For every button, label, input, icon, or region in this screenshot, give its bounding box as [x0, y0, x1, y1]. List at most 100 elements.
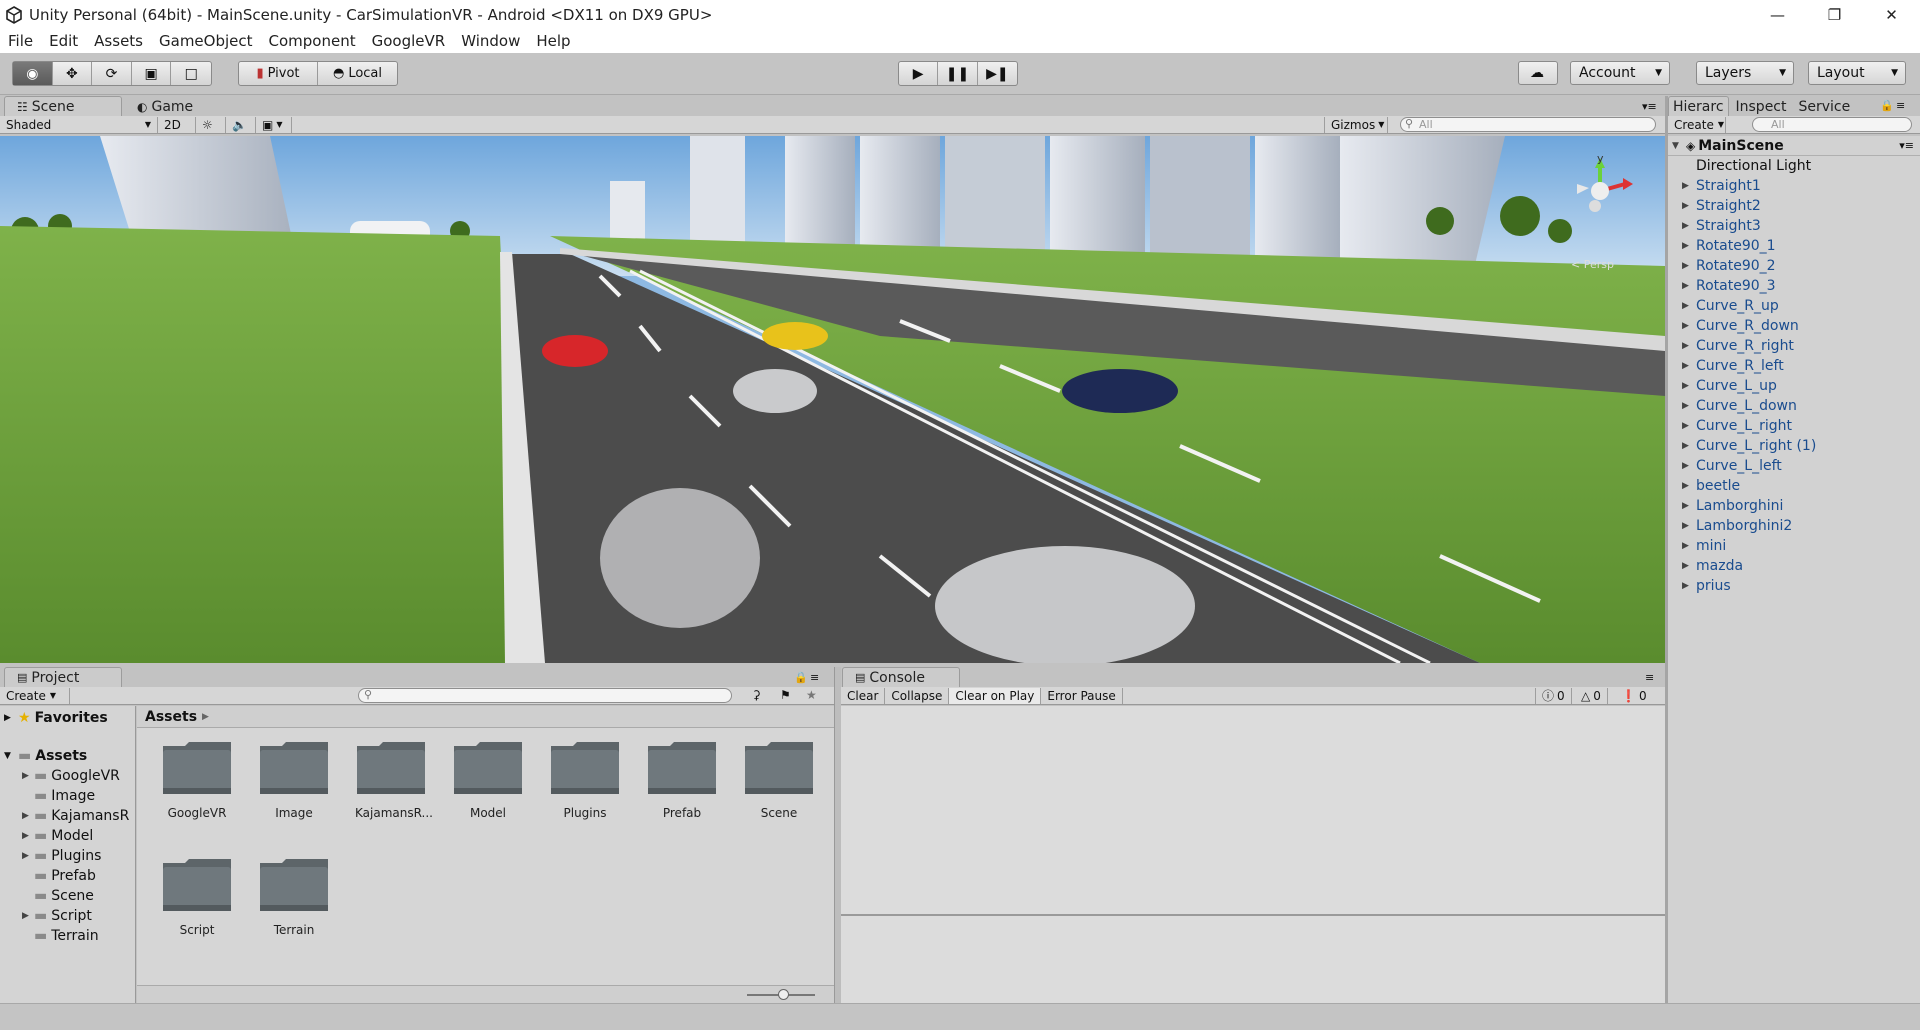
- expand-arrow-icon[interactable]: ▶: [1682, 281, 1696, 291]
- star-icon[interactable]: ★: [806, 688, 817, 702]
- expand-arrow-icon[interactable]: ▶: [1682, 181, 1696, 191]
- info-filter-toggle[interactable]: ⓘ 0: [1535, 687, 1572, 704]
- tab-scene[interactable]: ☷ Scene: [4, 96, 122, 116]
- filter-type-icon[interactable]: ⚳: [752, 688, 761, 702]
- asset-tree-item[interactable]: ▶ ▬ GoogleVR: [0, 766, 135, 786]
- expand-arrow-icon[interactable]: ▶: [1682, 221, 1696, 231]
- expand-arrow-icon[interactable]: ▶: [22, 771, 34, 781]
- scene-orientation-gizmo[interactable]: y: [1565, 152, 1655, 226]
- expand-arrow-icon[interactable]: ▶: [22, 911, 34, 921]
- close-button[interactable]: ✕: [1863, 0, 1920, 29]
- asset-folder[interactable]: Plugins: [549, 740, 621, 820]
- hierarchy-item[interactable]: ▶ Straight1: [1668, 176, 1920, 196]
- console-error-pause-button[interactable]: Error Pause: [1041, 687, 1123, 704]
- hierarchy-item[interactable]: ▶ beetle: [1668, 476, 1920, 496]
- asset-tree-item[interactable]: ▶ ▬ Model: [0, 826, 135, 846]
- restore-button[interactable]: ❐: [1806, 0, 1863, 29]
- asset-tree-item[interactable]: ▬ Prefab: [0, 866, 135, 886]
- collab-cloud-button[interactable]: ☁: [1518, 61, 1558, 85]
- hierarchy-item[interactable]: ▶ Curve_L_up: [1668, 376, 1920, 396]
- expand-arrow-icon[interactable]: ▶: [4, 713, 18, 723]
- rect-tool-button[interactable]: □: [171, 62, 211, 85]
- tab-services[interactable]: Service: [1794, 96, 1856, 116]
- hierarchy-item[interactable]: ▶ Curve_R_up: [1668, 296, 1920, 316]
- hierarchy-item[interactable]: ▶ Curve_R_right: [1668, 336, 1920, 356]
- hierarchy-item[interactable]: ▶ mazda: [1668, 556, 1920, 576]
- hierarchy-menu-icon[interactable]: ≡: [1896, 99, 1905, 112]
- scene-menu-icon[interactable]: ▾≡: [1642, 100, 1657, 113]
- project-create-dropdown[interactable]: Create ▼: [0, 687, 70, 704]
- hierarchy-item[interactable]: ▶ Rotate90_3: [1668, 276, 1920, 296]
- menu-help[interactable]: Help: [528, 32, 578, 50]
- asset-folder[interactable]: Image: [258, 740, 330, 820]
- expand-arrow-icon[interactable]: ▶: [1682, 201, 1696, 211]
- console-clear-button[interactable]: Clear: [841, 687, 886, 704]
- toggle-2d-button[interactable]: 2D: [158, 116, 196, 133]
- project-search-input[interactable]: [358, 688, 732, 703]
- layers-dropdown[interactable]: Layers ▼: [1696, 61, 1794, 85]
- expand-arrow-icon[interactable]: ▶: [1682, 501, 1696, 511]
- hierarchy-item[interactable]: Directional Light: [1668, 156, 1920, 176]
- hierarchy-item[interactable]: ▶ Curve_R_left: [1668, 356, 1920, 376]
- asset-folder[interactable]: Script: [161, 857, 233, 937]
- tab-game[interactable]: ◐ Game: [124, 96, 234, 116]
- expand-arrow-icon[interactable]: ▶: [1682, 421, 1696, 431]
- expand-arrow-icon[interactable]: ▶: [1682, 341, 1696, 351]
- hand-tool-button[interactable]: ◉: [13, 62, 53, 85]
- hierarchy-item[interactable]: ▶ Straight2: [1668, 196, 1920, 216]
- asset-tree-item[interactable]: ▬ Terrain: [0, 926, 135, 946]
- bottom-splitter[interactable]: [834, 667, 841, 1003]
- expand-arrow-icon[interactable]: ▶: [1682, 361, 1696, 371]
- account-dropdown[interactable]: Account ▼: [1570, 61, 1670, 85]
- error-filter-toggle[interactable]: ❗ 0: [1615, 688, 1653, 704]
- scene-root-menu-icon[interactable]: ▾≡: [1899, 139, 1914, 152]
- asset-tree-item[interactable]: ▶ ▬ Script: [0, 906, 135, 926]
- project-menu-icon[interactable]: ≡: [810, 671, 819, 684]
- asset-tree-item[interactable]: ▶ ▬ KajamansR: [0, 806, 135, 826]
- hierarchy-item[interactable]: ▶ Straight3: [1668, 216, 1920, 236]
- console-collapse-button[interactable]: Collapse: [885, 687, 950, 704]
- hierarchy-item[interactable]: ▶ Curve_R_down: [1668, 316, 1920, 336]
- project-lock-icon[interactable]: 🔒: [794, 671, 808, 684]
- lighting-toggle[interactable]: ☼: [196, 116, 226, 133]
- expand-arrow-icon[interactable]: ▼: [1672, 141, 1686, 151]
- expand-arrow-icon[interactable]: ▶: [1682, 521, 1696, 531]
- scene-viewport[interactable]: y < Persp: [0, 136, 1665, 663]
- expand-arrow-icon[interactable]: ▶: [1682, 561, 1696, 571]
- hierarchy-item[interactable]: ▶ Curve_L_down: [1668, 396, 1920, 416]
- local-button[interactable]: ◓ Local: [318, 62, 397, 85]
- hierarchy-item[interactable]: ▶ Curve_L_left: [1668, 456, 1920, 476]
- menu-window[interactable]: Window: [453, 32, 528, 50]
- layout-dropdown[interactable]: Layout ▼: [1808, 61, 1906, 85]
- expand-arrow-icon[interactable]: ▶: [1682, 301, 1696, 311]
- assets-root-row[interactable]: ▼ ▬ Assets: [0, 746, 135, 766]
- hierarchy-item[interactable]: ▶ Lamborghini: [1668, 496, 1920, 516]
- step-button[interactable]: ▶❚: [978, 62, 1017, 85]
- hierarchy-item[interactable]: ▶ Rotate90_2: [1668, 256, 1920, 276]
- tab-inspector[interactable]: Inspect: [1731, 96, 1792, 116]
- zoom-slider-thumb[interactable]: [778, 989, 789, 1000]
- vertical-splitter[interactable]: [1665, 96, 1668, 1003]
- expand-arrow-icon[interactable]: ▶: [1682, 441, 1696, 451]
- expand-arrow-icon[interactable]: ▶: [22, 831, 34, 841]
- expand-arrow-icon[interactable]: ▶: [1682, 581, 1696, 591]
- expand-arrow-icon[interactable]: ▶: [1682, 261, 1696, 271]
- scale-tool-button[interactable]: ▣: [132, 62, 172, 85]
- menu-googlevr[interactable]: GoogleVR: [364, 32, 454, 50]
- console-splitter[interactable]: [841, 914, 1665, 916]
- tab-project[interactable]: ▤ Project: [4, 667, 122, 687]
- asset-folder[interactable]: Scene: [743, 740, 815, 820]
- expand-arrow-icon[interactable]: ▶: [1682, 321, 1696, 331]
- hierarchy-create-dropdown[interactable]: Create ▼: [1668, 116, 1726, 133]
- menu-gameobject[interactable]: GameObject: [151, 32, 261, 50]
- expand-arrow-icon[interactable]: ▶: [1682, 401, 1696, 411]
- play-button[interactable]: ▶: [899, 62, 939, 85]
- audio-toggle[interactable]: 🔈: [226, 116, 256, 133]
- asset-tree-item[interactable]: ▶ ▬ Plugins: [0, 846, 135, 866]
- tag-icon[interactable]: ⚑: [780, 688, 791, 702]
- expand-arrow-icon[interactable]: ▶: [1682, 241, 1696, 251]
- asset-folder[interactable]: KajamansR...: [355, 740, 433, 820]
- asset-folder[interactable]: Terrain: [258, 857, 330, 937]
- minimize-button[interactable]: —: [1749, 0, 1806, 29]
- asset-folder[interactable]: GoogleVR: [161, 740, 233, 820]
